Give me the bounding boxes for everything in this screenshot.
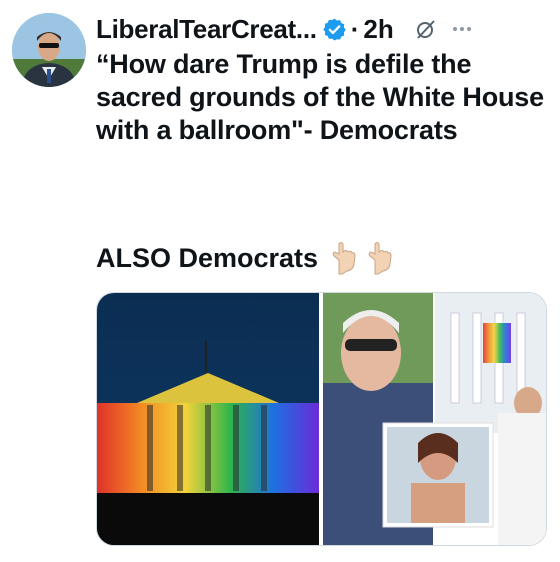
also-democrats-text: ALSO Democrats <box>96 242 319 273</box>
media-attachments[interactable] <box>96 292 547 546</box>
media-image-collage[interactable] <box>323 293 546 545</box>
post-time[interactable]: 2h <box>363 14 393 45</box>
more-icon[interactable] <box>450 17 474 41</box>
pointing-down-hand-icon <box>328 240 358 276</box>
verified-badge-icon <box>322 17 347 42</box>
avatar-image <box>12 13 86 87</box>
separator-dot: · <box>350 13 360 44</box>
post-header: LiberalTearCreat... · 2h <box>96 10 550 48</box>
post-text-second-line: ALSO Democrats <box>96 240 394 276</box>
post-text: “How dare Trump is defile the sacred gro… <box>96 49 544 145</box>
grok-icon[interactable] <box>414 17 438 41</box>
avatar[interactable] <box>12 13 86 87</box>
pointing-down-hand-icon <box>364 240 394 276</box>
media-image-white-house-rainbow[interactable] <box>97 293 319 545</box>
author-name[interactable]: LiberalTearCreat... <box>96 14 317 45</box>
